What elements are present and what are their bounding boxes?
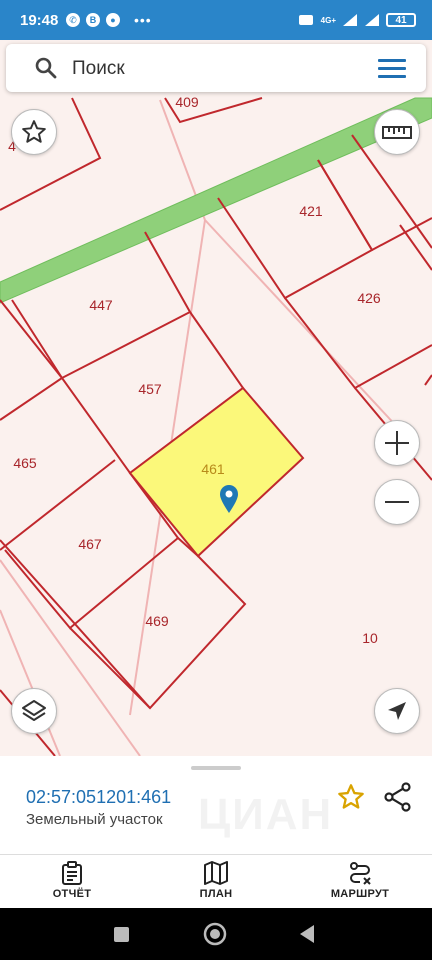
battery-indicator: 41: [386, 13, 416, 27]
signal-icon-2: [365, 14, 379, 26]
object-type: Земельный участок: [26, 811, 163, 828]
clipboard-icon: [62, 861, 82, 885]
bottom-navigation: ОТЧЁТ ПЛАН МАРШРУТ: [0, 855, 432, 908]
system-navigation-bar: [0, 908, 432, 960]
parcel-label: 457: [138, 381, 162, 397]
status-indicators: 4G+ 41: [298, 13, 416, 27]
map-icon: [204, 861, 228, 885]
search-bar[interactable]: [6, 44, 426, 92]
cadastral-map[interactable]: 409 421 426 447 457 461 465 467 469 10 4: [0, 40, 432, 756]
layers-button[interactable]: [11, 688, 57, 734]
road-strip: [0, 97, 432, 304]
search-input[interactable]: [72, 56, 362, 82]
favorite-star-icon[interactable]: [337, 783, 365, 811]
volte-icon: [298, 15, 313, 25]
nav-report-label: ОТЧЁТ: [52, 888, 92, 900]
parcel-label: 465: [13, 455, 37, 471]
nav-plan-label: ПЛАН: [199, 888, 233, 900]
status-bar: 19:48 ✆ B ● ••• 4G+ 41: [0, 0, 432, 40]
whatsapp-icon: ✆: [66, 13, 80, 27]
map-canvas[interactable]: 409 421 426 447 457 461 465 467 469 10 4: [0, 40, 432, 756]
layers-icon: [22, 700, 46, 721]
nav-route-label: МАРШРУТ: [330, 888, 390, 900]
nav-route[interactable]: МАРШРУТ: [305, 861, 415, 900]
notification-icons: ✆ B ● •••: [66, 13, 152, 27]
parcel-label: 469: [145, 613, 169, 629]
favorites-button[interactable]: [11, 109, 57, 155]
parcel-label: 426: [357, 290, 381, 306]
my-location-button[interactable]: [374, 688, 420, 734]
parcel-label: 10: [362, 630, 378, 646]
minus-icon: [385, 501, 409, 503]
status-time: 19:48: [20, 12, 59, 29]
parcel-label: 467: [78, 536, 102, 552]
search-icon[interactable]: [34, 56, 58, 80]
parcel-label: 421: [299, 203, 323, 219]
more-notifications-icon: •••: [134, 12, 152, 28]
star-icon: [22, 120, 46, 143]
recent-apps-icon[interactable]: [114, 927, 129, 942]
route-icon: [350, 862, 371, 885]
zoom-in-button[interactable]: [374, 420, 420, 466]
watermark: ЦИАН: [198, 790, 334, 839]
signal-icon: [343, 14, 357, 26]
share-icon[interactable]: [384, 782, 412, 812]
parcel-label: 461: [201, 461, 225, 477]
parcel-label: 409: [175, 94, 199, 110]
nav-plan[interactable]: ПЛАН: [161, 861, 271, 900]
zoom-out-button[interactable]: [374, 479, 420, 525]
ruler-button[interactable]: [374, 109, 420, 155]
ruler-icon: [382, 126, 412, 139]
chat-icon: ●: [106, 13, 120, 27]
parcel-label: 447: [89, 297, 113, 313]
b-icon: B: [86, 13, 100, 27]
navigation-arrow-icon: [388, 702, 406, 720]
plus-icon: [385, 431, 409, 455]
back-icon[interactable]: [300, 925, 314, 943]
network-type: 4G+: [320, 15, 336, 25]
sheet-drag-handle[interactable]: [191, 766, 241, 770]
hamburger-menu-icon[interactable]: [378, 56, 406, 80]
nav-report[interactable]: ОТЧЁТ: [17, 861, 127, 900]
cadastral-number[interactable]: 02:57:051201:461: [26, 787, 171, 808]
